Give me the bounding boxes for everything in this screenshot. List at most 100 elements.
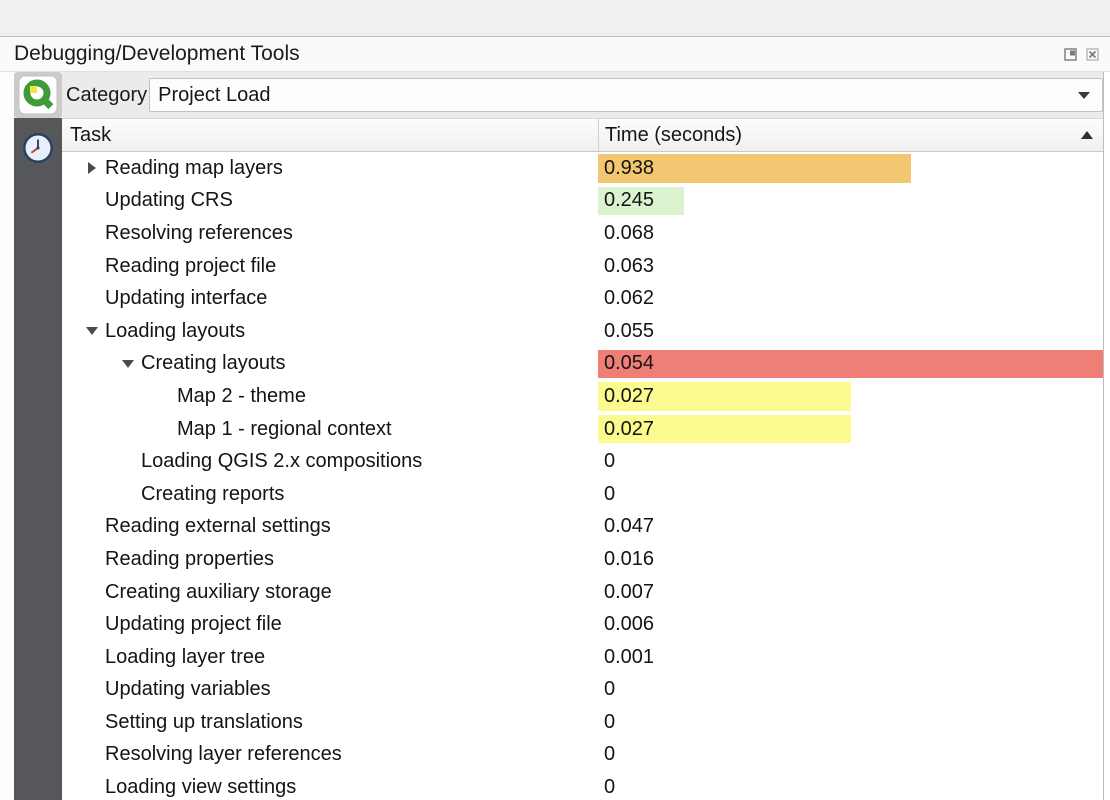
task-row[interactable]: Updating interface 0.062 <box>62 282 1103 315</box>
task-row[interactable]: Reading external settings 0.047 <box>62 511 1103 544</box>
category-label: Category <box>66 84 147 107</box>
time-cell: 0 <box>598 706 1103 739</box>
application-top-strip <box>0 0 1110 37</box>
time-cell: 0.027 <box>598 413 1103 446</box>
task-label: Reading external settings <box>105 515 331 538</box>
time-cell: 0.047 <box>598 511 1103 544</box>
expander-collapsed-icon[interactable] <box>78 152 105 185</box>
task-row[interactable]: Creating reports 0 <box>62 478 1103 511</box>
left-margin <box>0 72 14 800</box>
expander-spacer <box>78 771 105 800</box>
expander-spacer <box>78 739 105 772</box>
task-label: Reading properties <box>105 548 274 571</box>
task-row[interactable]: Map 2 - theme 0.027 <box>62 380 1103 413</box>
time-value: 0.016 <box>598 548 654 571</box>
task-label: Resolving references <box>105 222 293 245</box>
task-row[interactable]: Loading layer tree 0.001 <box>62 641 1103 674</box>
time-cell: 0.938 <box>598 152 1103 185</box>
time-value: 0.001 <box>598 646 654 669</box>
task-row[interactable]: Creating layouts 0.054 <box>62 348 1103 381</box>
time-cell: 0 <box>598 739 1103 772</box>
task-row[interactable]: Reading map layers 0.938 <box>62 152 1103 185</box>
time-value: 0 <box>598 776 615 799</box>
time-cell: 0 <box>598 478 1103 511</box>
expander-expanded-icon[interactable] <box>78 315 105 348</box>
task-cell: Creating auxiliary storage <box>62 576 598 609</box>
task-cell: Reading map layers <box>62 152 598 185</box>
task-cell: Reading properties <box>62 543 598 576</box>
time-cell: 0.063 <box>598 250 1103 283</box>
time-value: 0.027 <box>598 385 654 408</box>
task-cell: Resolving references <box>62 217 598 250</box>
time-cell: 0.068 <box>598 217 1103 250</box>
task-label: Updating variables <box>105 678 271 701</box>
qgis-logo-icon <box>18 75 58 115</box>
task-row[interactable]: Loading QGIS 2.x compositions 0 <box>62 445 1103 478</box>
expander-spacer <box>78 674 105 707</box>
panel-title-bar: Debugging/Development Tools <box>0 37 1110 72</box>
task-label: Updating CRS <box>105 189 233 212</box>
expander-spacer <box>78 185 105 218</box>
task-row[interactable]: Setting up translations 0 <box>62 706 1103 739</box>
task-cell: Resolving layer references <box>62 739 598 772</box>
time-cell: 0.245 <box>598 185 1103 218</box>
task-cell: Updating project file <box>62 608 598 641</box>
expander-spacer <box>114 478 141 511</box>
close-button[interactable] <box>1085 47 1100 62</box>
task-label: Loading QGIS 2.x compositions <box>141 450 422 473</box>
time-cell: 0 <box>598 771 1103 800</box>
expander-spacer <box>78 250 105 283</box>
task-cell: Updating variables <box>62 674 598 707</box>
task-cell: Reading project file <box>62 250 598 283</box>
time-column-header[interactable]: Time (seconds) <box>598 119 1103 151</box>
task-row[interactable]: Updating variables 0 <box>62 674 1103 707</box>
expander-spacer <box>78 511 105 544</box>
task-label: Updating interface <box>105 287 267 310</box>
time-value: 0.068 <box>598 222 654 245</box>
task-row[interactable]: Updating CRS 0.245 <box>62 185 1103 218</box>
time-value: 0 <box>598 743 615 766</box>
expander-spacer <box>78 706 105 739</box>
task-label: Loading layouts <box>105 320 245 343</box>
time-value: 0 <box>598 450 615 473</box>
task-cell: Map 1 - regional context <box>62 413 598 446</box>
task-row[interactable]: Loading view settings 0 <box>62 771 1103 800</box>
task-cell: Loading QGIS 2.x compositions <box>62 445 598 478</box>
task-row[interactable]: Resolving references 0.068 <box>62 217 1103 250</box>
task-label: Map 1 - regional context <box>177 418 392 441</box>
task-column-header[interactable]: Task <box>62 119 598 151</box>
task-cell: Reading external settings <box>62 511 598 544</box>
profiler-tool-button[interactable] <box>20 130 56 166</box>
float-button[interactable] <box>1063 47 1078 62</box>
task-label: Setting up translations <box>105 711 303 734</box>
category-combobox[interactable]: Project Load <box>149 78 1103 112</box>
task-row[interactable]: Updating project file 0.006 <box>62 608 1103 641</box>
expander-expanded-icon[interactable] <box>114 348 141 381</box>
task-row[interactable]: Reading properties 0.016 <box>62 543 1103 576</box>
expander-spacer <box>78 543 105 576</box>
task-cell: Creating layouts <box>62 348 598 381</box>
expander-spacer <box>150 413 177 446</box>
task-label: Creating layouts <box>141 352 286 375</box>
task-row[interactable]: Resolving layer references 0 <box>62 739 1103 772</box>
task-label: Resolving layer references <box>105 743 342 766</box>
task-cell: Loading view settings <box>62 771 598 800</box>
task-row[interactable]: Map 1 - regional context 0.027 <box>62 413 1103 446</box>
task-label: Creating auxiliary storage <box>105 581 332 604</box>
tool-rail-strip <box>14 118 62 800</box>
task-row[interactable]: Reading project file 0.063 <box>62 250 1103 283</box>
float-window-icon <box>1064 48 1077 61</box>
task-cell: Loading layouts <box>62 315 598 348</box>
table-header: Task Time (seconds) <box>62 118 1103 152</box>
time-value: 0.938 <box>598 157 654 180</box>
task-row[interactable]: Loading layouts 0.055 <box>62 315 1103 348</box>
task-row[interactable]: Creating auxiliary storage 0.007 <box>62 576 1103 609</box>
time-cell: 0.016 <box>598 543 1103 576</box>
expander-spacer <box>150 380 177 413</box>
task-cell: Setting up translations <box>62 706 598 739</box>
time-header-label: Time (seconds) <box>605 124 742 147</box>
close-icon <box>1086 48 1099 61</box>
category-row: Category Project Load <box>62 72 1103 118</box>
expander-spacer <box>78 217 105 250</box>
profiler-main: Category Project Load Task Time (seconds… <box>62 72 1104 800</box>
